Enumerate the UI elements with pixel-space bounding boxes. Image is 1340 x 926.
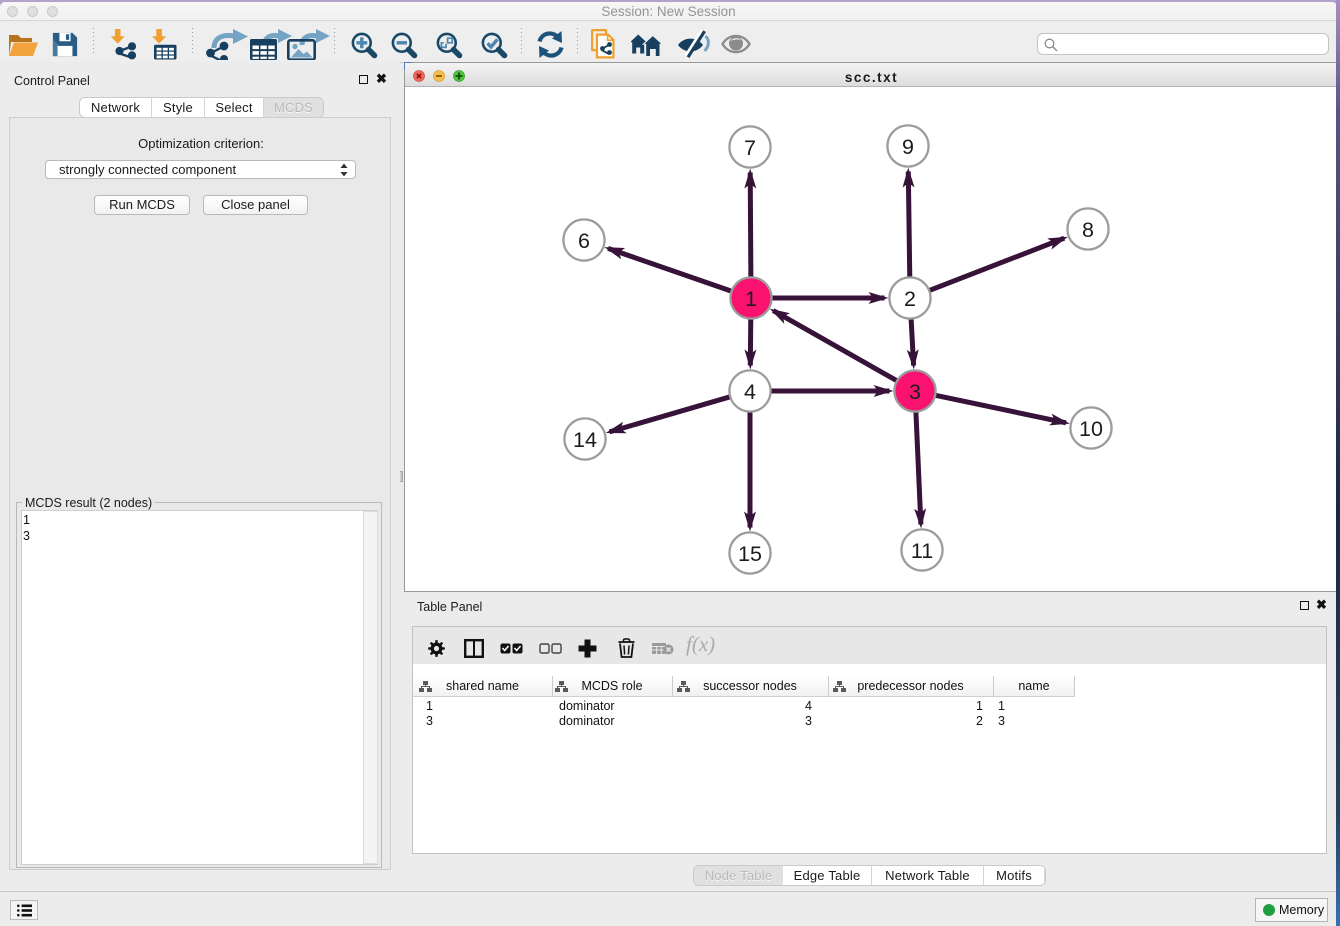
svg-text:6: 6 xyxy=(578,229,590,253)
svg-text:11: 11 xyxy=(911,539,933,563)
svg-text:15: 15 xyxy=(738,542,762,566)
svg-text:1: 1 xyxy=(745,287,757,311)
svg-text:8: 8 xyxy=(1082,218,1094,242)
svg-text:9: 9 xyxy=(902,135,914,159)
svg-text:7: 7 xyxy=(744,136,756,160)
svg-text:10: 10 xyxy=(1079,417,1103,441)
svg-text:4: 4 xyxy=(744,380,756,404)
svg-text:14: 14 xyxy=(573,428,597,452)
svg-text:2: 2 xyxy=(904,287,916,311)
svg-text:3: 3 xyxy=(909,380,921,404)
